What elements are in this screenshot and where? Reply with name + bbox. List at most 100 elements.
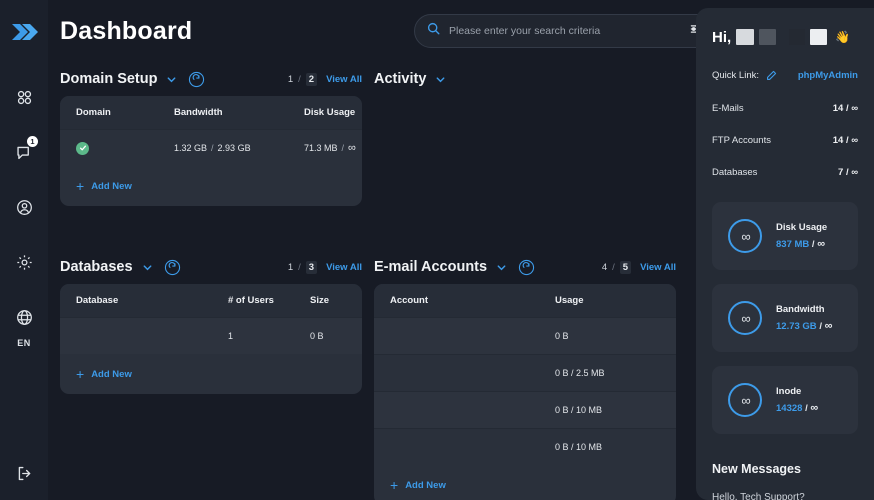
- domain-setup-header: Domain Setup 1 / 2 View All: [60, 62, 362, 96]
- page-separator: /: [612, 261, 615, 273]
- stat-label: FTP Accounts: [712, 135, 771, 146]
- usage-card-bandwidth[interactable]: ∞ Bandwidth 12.73 GB / ∞: [712, 284, 858, 352]
- email-usage: 0 B / 2.5 MB: [555, 368, 605, 378]
- sidebar-item-settings[interactable]: [4, 247, 44, 277]
- refresh-icon[interactable]: [188, 71, 205, 88]
- column-header-disk-usage: Disk Usage: [304, 107, 356, 118]
- bandwidth-used: 1.32 GB: [174, 143, 208, 153]
- email-accounts-pagination[interactable]: 4 / 5 View All: [602, 260, 676, 274]
- usage-separator: /: [819, 321, 822, 332]
- table-row[interactable]: 1.32 GB/2.93 GB 71.3 MB / ∞: [60, 129, 362, 166]
- disk-separator: /: [341, 143, 345, 153]
- page-total: 2: [305, 72, 318, 86]
- usage-limit: ∞: [817, 238, 825, 250]
- quick-link-row: Quick Link: phpMyAdmin: [712, 68, 858, 82]
- domain-setup-section: Domain Setup 1 / 2 View All Domain Bandw…: [60, 62, 362, 206]
- table-row[interactable]: 0 B / 2.5 MB: [374, 354, 676, 391]
- chevron-down-icon[interactable]: [142, 262, 153, 273]
- stat-label: E-Mails: [712, 103, 744, 114]
- email-accounts-card: Account Usage 0 B 0 B / 2.5 MB 0 B / 10 …: [374, 284, 676, 500]
- domain-bandwidth: 1.32 GB/2.93 GB: [174, 143, 304, 153]
- domain-setup-pagination[interactable]: 1 / 2 View All: [288, 72, 362, 86]
- databases-header: Databases 1 / 3 View All: [60, 250, 362, 284]
- messages-badge: 1: [27, 136, 38, 147]
- database-users: 1: [228, 331, 234, 341]
- search-icon: [427, 22, 440, 40]
- page-separator: /: [298, 261, 301, 273]
- email-table-header: Account Usage: [374, 284, 676, 317]
- view-all-link[interactable]: View All: [326, 74, 362, 85]
- table-row[interactable]: 0 B: [374, 317, 676, 354]
- page-separator: /: [298, 73, 301, 85]
- infinity-icon: ∞: [728, 383, 762, 417]
- table-row[interactable]: 1 0 B: [60, 317, 362, 354]
- chevron-down-icon[interactable]: [166, 74, 177, 85]
- usage-label: Bandwidth: [776, 304, 825, 315]
- usage-value: 837 MB: [776, 239, 810, 250]
- email-usage: 0 B: [555, 331, 569, 341]
- stat-emails: E-Mails 14 / ∞: [712, 103, 858, 114]
- main-content: Dashboard Domain Set: [48, 0, 716, 500]
- stat-label: Databases: [712, 167, 758, 178]
- table-row[interactable]: 0 B / 10 MB: [374, 428, 676, 465]
- databases-section: Databases 1 / 3 View All Database # of U…: [60, 250, 362, 500]
- sidebar-item-account[interactable]: [4, 192, 44, 222]
- quick-link-phpmyadmin[interactable]: phpMyAdmin: [798, 70, 858, 81]
- column-header-account: Account: [390, 295, 428, 306]
- page-current: 1: [287, 261, 294, 273]
- language-label[interactable]: EN: [17, 338, 31, 348]
- dashboard-app: 1 EN Dashboard Please enter your search …: [0, 0, 874, 500]
- email-accounts-header: E-mail Accounts 4 / 5 View All: [374, 250, 676, 284]
- usage-card-inode[interactable]: ∞ Inode 14328 / ∞: [712, 366, 858, 434]
- app-logo[interactable]: [8, 16, 40, 48]
- databases-card: Database # of Users Size 1 0 B + Add New: [60, 284, 362, 394]
- sidebar-item-apps-grid[interactable]: [4, 82, 44, 112]
- redacted-name-block: [759, 29, 777, 45]
- chevron-down-icon[interactable]: [496, 262, 507, 273]
- new-messages-preview[interactable]: Hello, Tech Support?: [712, 492, 858, 500]
- greeting-text: Hi,: [712, 28, 732, 46]
- usage-value-row: 12.73 GB / ∞: [776, 320, 832, 332]
- right-panel: Hi, 👋 Quick Link: phpMyAdmin E-Mails 14 …: [696, 8, 874, 500]
- usage-value: 12.73 GB: [776, 321, 817, 332]
- view-all-link[interactable]: View All: [640, 262, 676, 273]
- sidebar-item-messages[interactable]: 1: [4, 136, 44, 167]
- column-header-usage: Usage: [555, 295, 584, 306]
- refresh-icon[interactable]: [518, 259, 535, 276]
- column-header-domain: Domain: [76, 107, 111, 118]
- chevron-down-icon[interactable]: [435, 74, 446, 85]
- table-row[interactable]: 0 B / 10 MB: [374, 391, 676, 428]
- search-input[interactable]: [440, 25, 689, 37]
- left-sidebar: 1 EN: [0, 0, 48, 500]
- databases-pagination[interactable]: 1 / 3 View All: [287, 260, 362, 274]
- email-usage: 0 B / 10 MB: [555, 405, 603, 415]
- section-row-top: Domain Setup 1 / 2 View All Domain Bandw…: [60, 62, 688, 206]
- usage-label: Inode: [776, 386, 802, 397]
- bandwidth-limit: 2.93 GB: [217, 143, 251, 153]
- view-all-link[interactable]: View All: [326, 262, 362, 273]
- usage-card-text: Inode 14328 / ∞: [776, 386, 818, 414]
- add-new-email-button[interactable]: + Add New: [374, 465, 676, 500]
- pencil-icon[interactable]: [766, 70, 777, 81]
- add-new-database-button[interactable]: + Add New: [60, 354, 362, 394]
- refresh-icon[interactable]: [164, 259, 181, 276]
- add-new-domain-button[interactable]: + Add New: [60, 166, 362, 206]
- sidebar-nav: 1 EN: [0, 82, 48, 348]
- domain-disk-usage: 71.3 MB / ∞: [304, 142, 362, 154]
- database-size: 0 B: [310, 331, 324, 341]
- email-accounts-section: E-mail Accounts 4 / 5 View All Account U…: [374, 250, 676, 500]
- sidebar-item-language[interactable]: [4, 302, 44, 332]
- usage-label: Disk Usage: [776, 222, 828, 233]
- domain-status: [76, 141, 174, 155]
- column-header-database: Database: [76, 295, 119, 306]
- redacted-name-block: [736, 29, 755, 45]
- usage-limit: ∞: [810, 402, 818, 414]
- stat-ftp-accounts: FTP Accounts 14 / ∞: [712, 135, 858, 146]
- search-bar[interactable]: [414, 14, 716, 48]
- activity-title: Activity: [374, 71, 427, 87]
- logout-button[interactable]: [0, 465, 48, 482]
- usage-value-row: 837 MB / ∞: [776, 238, 827, 250]
- column-header-users: # of Users: [228, 295, 274, 306]
- usage-card-disk[interactable]: ∞ Disk Usage 837 MB / ∞: [712, 202, 858, 270]
- page-title: Dashboard: [60, 16, 193, 45]
